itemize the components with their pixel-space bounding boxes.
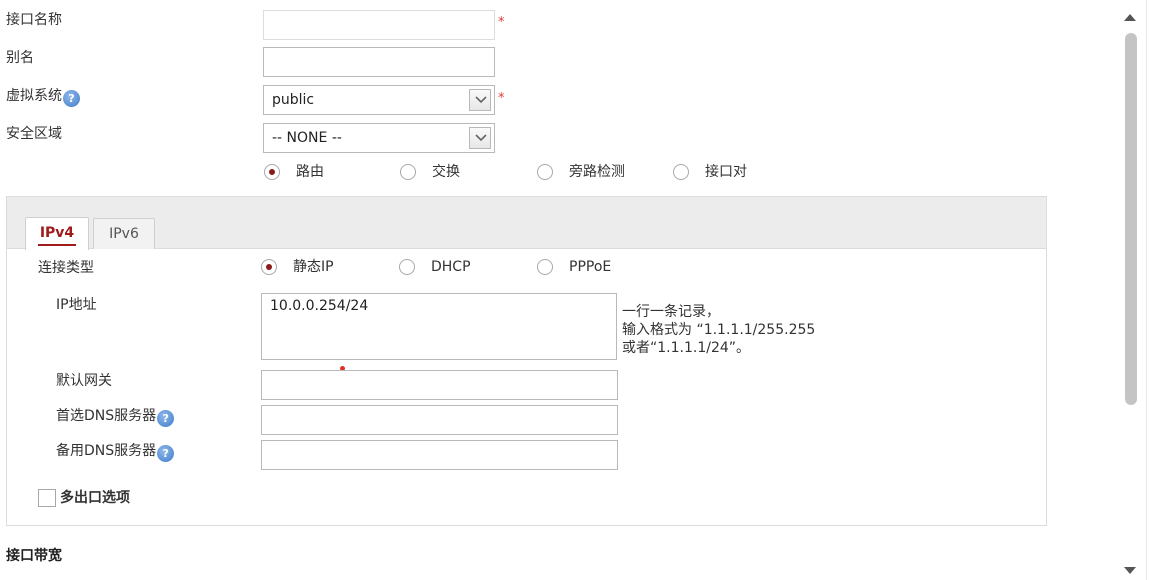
tab-ipv6[interactable]: IPv6	[93, 218, 155, 249]
help-icon[interactable]: ?	[157, 410, 175, 427]
vsys-label: 虚拟系统?	[6, 87, 80, 107]
mode-label-route: 路由	[296, 164, 324, 180]
dns1-label: 首选DNS服务器?	[56, 407, 175, 427]
tab-bar: IPv4 IPv6	[7, 197, 1046, 250]
dns2-input[interactable]	[261, 440, 618, 470]
ip-config-panel: IPv4 IPv6	[6, 196, 1047, 526]
ip-hint-line2: 输入格式为 “1.1.1.1/255.255	[622, 322, 816, 338]
ip-address-label: IP地址	[56, 297, 97, 313]
multi-exit-label: 多出口选项	[60, 490, 130, 506]
tab-ipv4-label: IPv4	[39, 225, 75, 241]
vsys-select[interactable]: public	[263, 85, 495, 115]
mode-radio-switch[interactable]	[400, 164, 416, 180]
ip-address-textarea[interactable]: 10.0.0.254/24	[261, 293, 617, 360]
tab-ipv6-label: IPv6	[109, 226, 139, 242]
mode-radio-route[interactable]	[264, 164, 280, 180]
tab-active-indicator	[38, 244, 76, 246]
mode-radio-bypass[interactable]	[537, 164, 553, 180]
scrollbar-thumb[interactable]	[1125, 33, 1137, 405]
dns1-input[interactable]	[261, 405, 618, 435]
ip-hint-line1: 一行一条记录，	[622, 304, 720, 320]
scroll-up-icon[interactable]	[1123, 12, 1137, 22]
multi-exit-checkbox[interactable]	[38, 489, 56, 507]
conn-radio-pppoe[interactable]	[537, 259, 553, 275]
gateway-label: 默认网关	[56, 373, 112, 389]
conn-label-static: 静态IP	[293, 259, 334, 275]
interface-name-input[interactable]	[263, 10, 495, 40]
conn-label-pppoe: PPPoE	[569, 259, 612, 275]
zone-select[interactable]: -- NONE --	[263, 123, 495, 153]
conn-radio-dhcp[interactable]	[399, 259, 415, 275]
tab-ipv4[interactable]: IPv4	[25, 217, 89, 250]
mode-label-bypass: 旁路检测	[569, 164, 625, 180]
vsys-label-text: 虚拟系统	[6, 88, 62, 104]
dns1-label-text: 首选DNS服务器	[56, 408, 157, 424]
ip-hint-line3: 或者“1.1.1.1/24”。	[622, 340, 751, 356]
zone-select-value: -- NONE --	[272, 130, 342, 146]
conn-label-dhcp: DHCP	[431, 259, 471, 275]
alias-label: 别名	[6, 50, 34, 66]
mode-radio-pair[interactable]	[673, 164, 689, 180]
dns2-label-text: 备用DNS服务器	[56, 443, 157, 459]
vertical-scrollbar[interactable]	[1118, 0, 1144, 580]
gateway-input[interactable]	[261, 370, 618, 400]
scrollbar-divider	[1146, 0, 1147, 580]
zone-label: 安全区域	[6, 126, 62, 142]
required-mark: *	[498, 15, 505, 30]
chevron-down-icon[interactable]	[469, 127, 491, 149]
chevron-down-icon[interactable]	[469, 89, 491, 111]
help-icon[interactable]: ?	[63, 90, 80, 107]
scroll-down-icon[interactable]	[1123, 566, 1137, 576]
alias-input[interactable]	[263, 47, 495, 77]
conn-radio-static[interactable]	[261, 259, 277, 275]
mode-label-pair: 接口对	[705, 164, 747, 180]
help-icon[interactable]: ?	[157, 445, 175, 462]
interface-name-label: 接口名称	[6, 12, 62, 28]
connection-type-label: 连接类型	[38, 260, 94, 276]
bandwidth-section-title: 接口带宽	[6, 548, 62, 564]
vsys-select-value: public	[272, 92, 315, 108]
mode-label-switch: 交换	[432, 164, 460, 180]
dns2-label: 备用DNS服务器?	[56, 442, 175, 462]
required-mark: *	[498, 91, 505, 106]
